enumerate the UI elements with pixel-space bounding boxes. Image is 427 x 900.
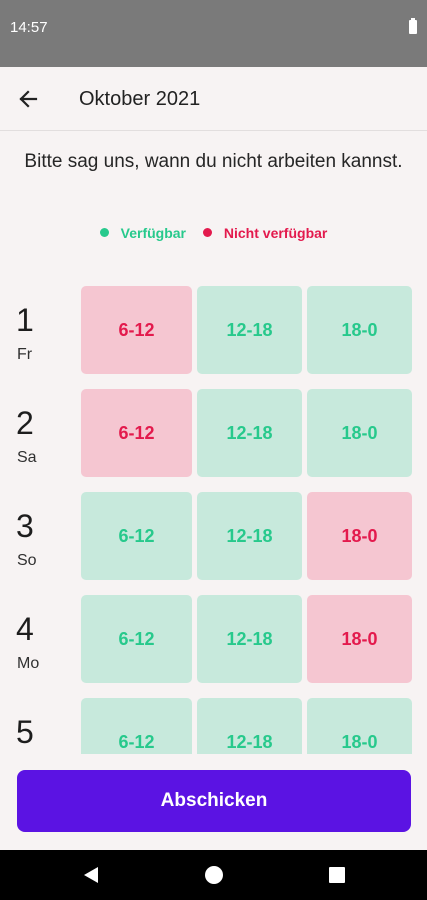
- page-title: Oktober 2021: [79, 88, 201, 110]
- battery-icon: [409, 18, 417, 34]
- weekday-label: Sa: [17, 449, 37, 466]
- weekday-label: Mo: [17, 655, 40, 672]
- system-nav-bar: [0, 850, 427, 900]
- arrow-left-icon[interactable]: [14, 85, 44, 113]
- day-row: 1 Fr 6-12 12-18 18-0: [0, 286, 427, 374]
- weekday-label: Fr: [17, 346, 33, 363]
- day-row: 5 6-12 12-18 18-0: [0, 698, 427, 754]
- time-slot[interactable]: 18-0: [307, 698, 412, 754]
- day-row: 4 Mo 6-12 12-18 18-0: [0, 595, 427, 683]
- day-number: 3: [16, 508, 34, 544]
- time-slot[interactable]: 6-12: [81, 286, 192, 374]
- time-slot[interactable]: 18-0: [307, 389, 412, 477]
- day-row: 3 So 6-12 12-18 18-0: [0, 492, 427, 580]
- app-bar: Oktober 2021: [0, 67, 427, 131]
- status-time: 14:57: [10, 19, 48, 36]
- available-dot-icon: [99, 228, 109, 237]
- day-number: 2: [16, 405, 34, 441]
- time-slot[interactable]: 6-12: [81, 595, 192, 683]
- weekday-label: So: [17, 552, 37, 569]
- time-slot[interactable]: 6-12: [81, 698, 192, 754]
- submit-button[interactable]: Abschicken: [17, 770, 411, 832]
- time-slot[interactable]: 18-0: [307, 492, 412, 580]
- unavailable-dot-icon: [202, 228, 212, 237]
- time-slot[interactable]: 12-18: [197, 698, 302, 754]
- status-bar: 14:57: [0, 0, 427, 67]
- time-slot[interactable]: 18-0: [307, 286, 412, 374]
- time-slot[interactable]: 12-18: [197, 389, 302, 477]
- nav-back-icon[interactable]: [82, 866, 100, 884]
- time-slot[interactable]: 12-18: [197, 595, 302, 683]
- legend-unavailable: Nicht verfügbar: [202, 224, 328, 241]
- legend: Verfügbar Nicht verfügbar: [0, 224, 427, 241]
- instruction-text: Bitte sag uns, wann du nicht arbeiten ka…: [24, 151, 403, 172]
- day-number: 1: [16, 302, 34, 338]
- time-slot[interactable]: 12-18: [197, 286, 302, 374]
- day-row: 2 Sa 6-12 12-18 18-0: [0, 389, 427, 477]
- nav-home-icon[interactable]: [205, 866, 223, 884]
- legend-available: Verfügbar: [99, 224, 186, 241]
- day-number: 5: [16, 714, 34, 750]
- time-slot[interactable]: 6-12: [81, 492, 192, 580]
- nav-recents-icon[interactable]: [329, 867, 345, 883]
- legend-available-label: Verfügbar: [120, 224, 186, 241]
- legend-unavailable-label: Nicht verfügbar: [223, 224, 328, 241]
- day-number: 4: [16, 611, 34, 647]
- day-list[interactable]: 1 Fr 6-12 12-18 18-0 2 Sa 6-12 12-18 18-…: [0, 284, 427, 754]
- time-slot[interactable]: 12-18: [197, 492, 302, 580]
- time-slot[interactable]: 6-12: [81, 389, 192, 477]
- time-slot[interactable]: 18-0: [307, 595, 412, 683]
